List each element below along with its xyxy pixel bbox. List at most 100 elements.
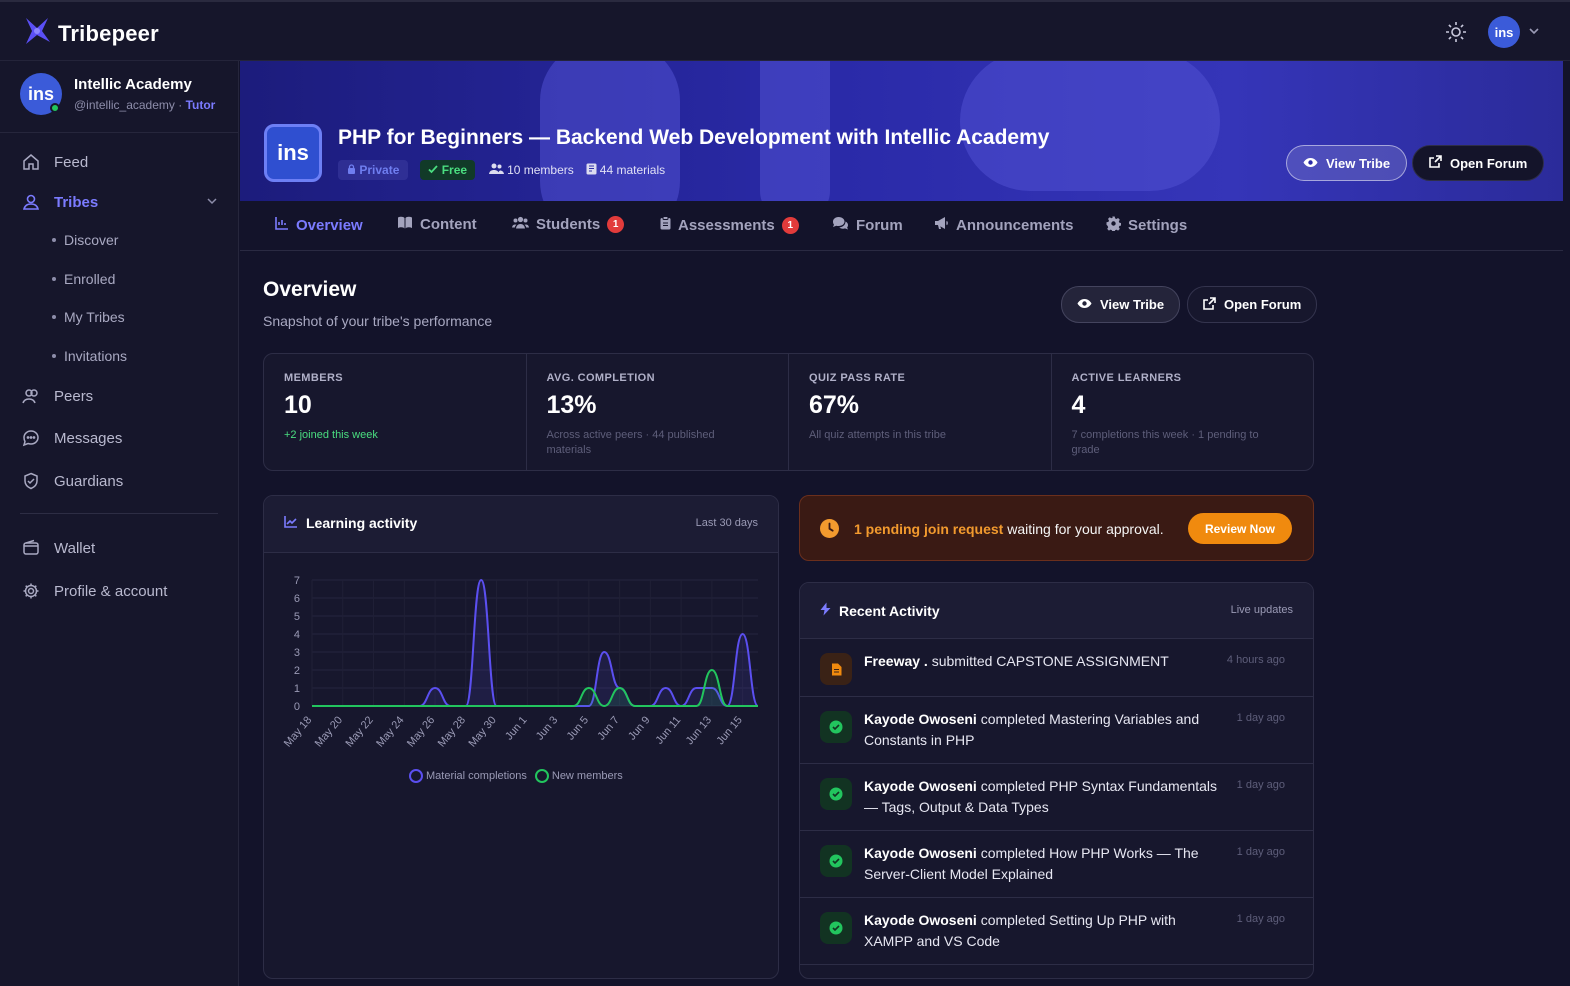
users-icon [512, 216, 529, 233]
open-forum-button[interactable]: Open Forum [1412, 145, 1545, 181]
sun-icon[interactable] [1440, 16, 1472, 48]
profile-handle: @intellic_academy [74, 98, 175, 112]
y-tick-label: 5 [294, 611, 300, 623]
tab-students[interactable]: Students 1 [512, 216, 625, 233]
activity-text: Kayode Owoseni completed How PHP Works —… [864, 843, 1224, 885]
sidebar-subitem-my-tribes[interactable]: My Tribes [52, 309, 125, 325]
activity-text: Kayode Owoseni completed PHP Syntax Fund… [864, 776, 1224, 818]
chart-range: Last 30 days [695, 517, 758, 529]
clock-icon [820, 519, 839, 538]
x-tick-label: Jun 7 [595, 714, 621, 742]
home-icon [22, 153, 40, 171]
brand[interactable]: Tribepeer [20, 14, 159, 53]
sidebar-subitem-discover[interactable]: Discover [52, 232, 118, 248]
sidebar-item-wallet[interactable]: Wallet [22, 539, 95, 557]
x-tick-label: Jun 11 [653, 714, 683, 746]
activity-actor: Kayode Owoseni [864, 711, 977, 727]
user-avatar[interactable]: ins [1488, 16, 1520, 48]
stat-active-learners: ACTIVE LEARNERS 4 7 completions this wee… [1052, 354, 1314, 470]
tab-badge: 1 [781, 216, 799, 234]
sidebar-item-label: Guardians [54, 472, 124, 490]
document-icon [820, 653, 852, 685]
members-count: 10 members [489, 163, 574, 178]
profile-role: Tutor [185, 98, 216, 112]
view-tribe-button[interactable]: View Tribe [1061, 286, 1181, 323]
tab-announcements[interactable]: Announcements [934, 216, 1074, 234]
sidebar-item-label: Tribes [54, 193, 99, 211]
activity-time: 1 day ago [1236, 779, 1285, 791]
activity-text: Freeway . submitted CAPSTONE ASSIGNMENT [864, 651, 1224, 672]
tab-overview[interactable]: Overview [275, 216, 363, 234]
sidebar-divider [20, 513, 218, 514]
profile-card[interactable]: ins Intellic Academy @intellic_academy ·… [0, 61, 238, 133]
tab-forum[interactable]: Forum [832, 216, 903, 234]
sidebar-item-profile-account[interactable]: Profile & account [22, 582, 167, 600]
legend-swatch [534, 769, 549, 783]
x-tick-label: Jun 15 [714, 714, 744, 747]
activity-actor: Kayode Owoseni [864, 912, 977, 928]
comments-icon [832, 216, 849, 234]
lightning-icon [820, 602, 831, 619]
chevron-down-icon[interactable] [206, 194, 218, 211]
x-tick-label: Jun 3 [534, 714, 560, 742]
sidebar-item-label: Messages [54, 429, 123, 447]
stat-note: 7 completions this week · 1 pending to g… [1071, 429, 1259, 456]
sidebar-item-peers[interactable]: Peers [22, 387, 93, 405]
page-subtitle: Snapshot of your tribe's performance [263, 313, 493, 329]
tab-settings[interactable]: Settings [1106, 216, 1187, 235]
pending-highlight[interactable]: 1 pending join request [854, 521, 1003, 537]
y-tick-label: 7 [294, 575, 300, 587]
clipboard-icon [660, 216, 671, 234]
activity-item[interactable]: Kayode Owoseni completed How PHP Works —… [800, 831, 1313, 898]
price-badge: Free [420, 160, 476, 180]
legend-label: New members [551, 770, 623, 782]
sidebar-subitem-invitations[interactable]: Invitations [52, 348, 127, 364]
activity-action: submitted CAPSTONE ASSIGNMENT [927, 653, 1169, 669]
top-bar: Tribepeer ins [0, 0, 1570, 61]
view-tribe-button[interactable]: View Tribe [1286, 145, 1408, 181]
book-open-icon [397, 216, 413, 233]
wallet-icon [22, 539, 40, 557]
chevron-down-icon[interactable] [1528, 25, 1540, 40]
gear-icon [22, 582, 40, 600]
privacy-badge: Private [338, 160, 409, 180]
y-tick-label: 1 [294, 683, 300, 695]
x-tick-label: Jun 1 [503, 714, 529, 742]
x-tick-label: May 20 [313, 714, 345, 749]
stat-label: QUIZ PASS RATE [809, 372, 906, 384]
legend-item-new-members[interactable]: New members [534, 769, 623, 783]
gear-icon [1106, 216, 1122, 235]
profile-separator: · [174, 98, 186, 112]
check-circle-icon [820, 912, 852, 944]
sidebar-item-guardians[interactable]: Guardians [22, 472, 123, 490]
sidebar-item-label: Wallet [54, 539, 96, 557]
x-tick-label: May 28 [436, 714, 468, 749]
card-title: Learning activity [284, 515, 417, 531]
stat-value: 67% [809, 391, 860, 419]
activity-item[interactable]: Kayode Owoseni completed Setting Up PHP … [800, 898, 1313, 965]
activity-item[interactable]: Freeway . submitted CAPSTONE ASSIGNMENT … [800, 639, 1313, 697]
tab-content[interactable]: Content [397, 216, 477, 233]
activity-item[interactable]: Kayode Owoseni completed PHP Syntax Fund… [800, 764, 1313, 831]
tribe-tabs: Overview Content Students 1 Assessments … [240, 201, 1563, 251]
activity-text: Kayode Owoseni completed Mastering Varia… [864, 709, 1224, 751]
activity-actor: Kayode Owoseni [864, 845, 977, 861]
open-forum-button[interactable]: Open Forum [1187, 286, 1318, 323]
series-line-material-completions [312, 578, 759, 708]
sidebar-item-feed[interactable]: Feed [22, 153, 88, 171]
legend-item-material-completions[interactable]: Material completions [409, 769, 527, 783]
y-tick-label: 6 [294, 593, 300, 605]
stat-value: 4 [1071, 391, 1086, 419]
review-now-button[interactable]: Review Now [1187, 513, 1292, 544]
sidebar-subitem-label: Invitations [64, 348, 128, 364]
y-tick-label: 3 [294, 647, 300, 659]
tab-assessments[interactable]: Assessments 1 [660, 216, 799, 234]
sidebar-subitem-enrolled[interactable]: Enrolled [52, 271, 115, 287]
activity-item[interactable]: Kayode Owoseni completed Mastering Varia… [800, 697, 1313, 764]
x-tick-label: May 24 [374, 714, 406, 749]
x-tick-label: Jun 9 [626, 714, 652, 742]
sidebar-item-tribes[interactable]: Tribes [22, 193, 218, 211]
tribe-logo: ins [264, 124, 322, 182]
stat-note: Across active peers · 44 published mater… [546, 429, 715, 456]
sidebar-item-messages[interactable]: Messages [22, 429, 122, 447]
